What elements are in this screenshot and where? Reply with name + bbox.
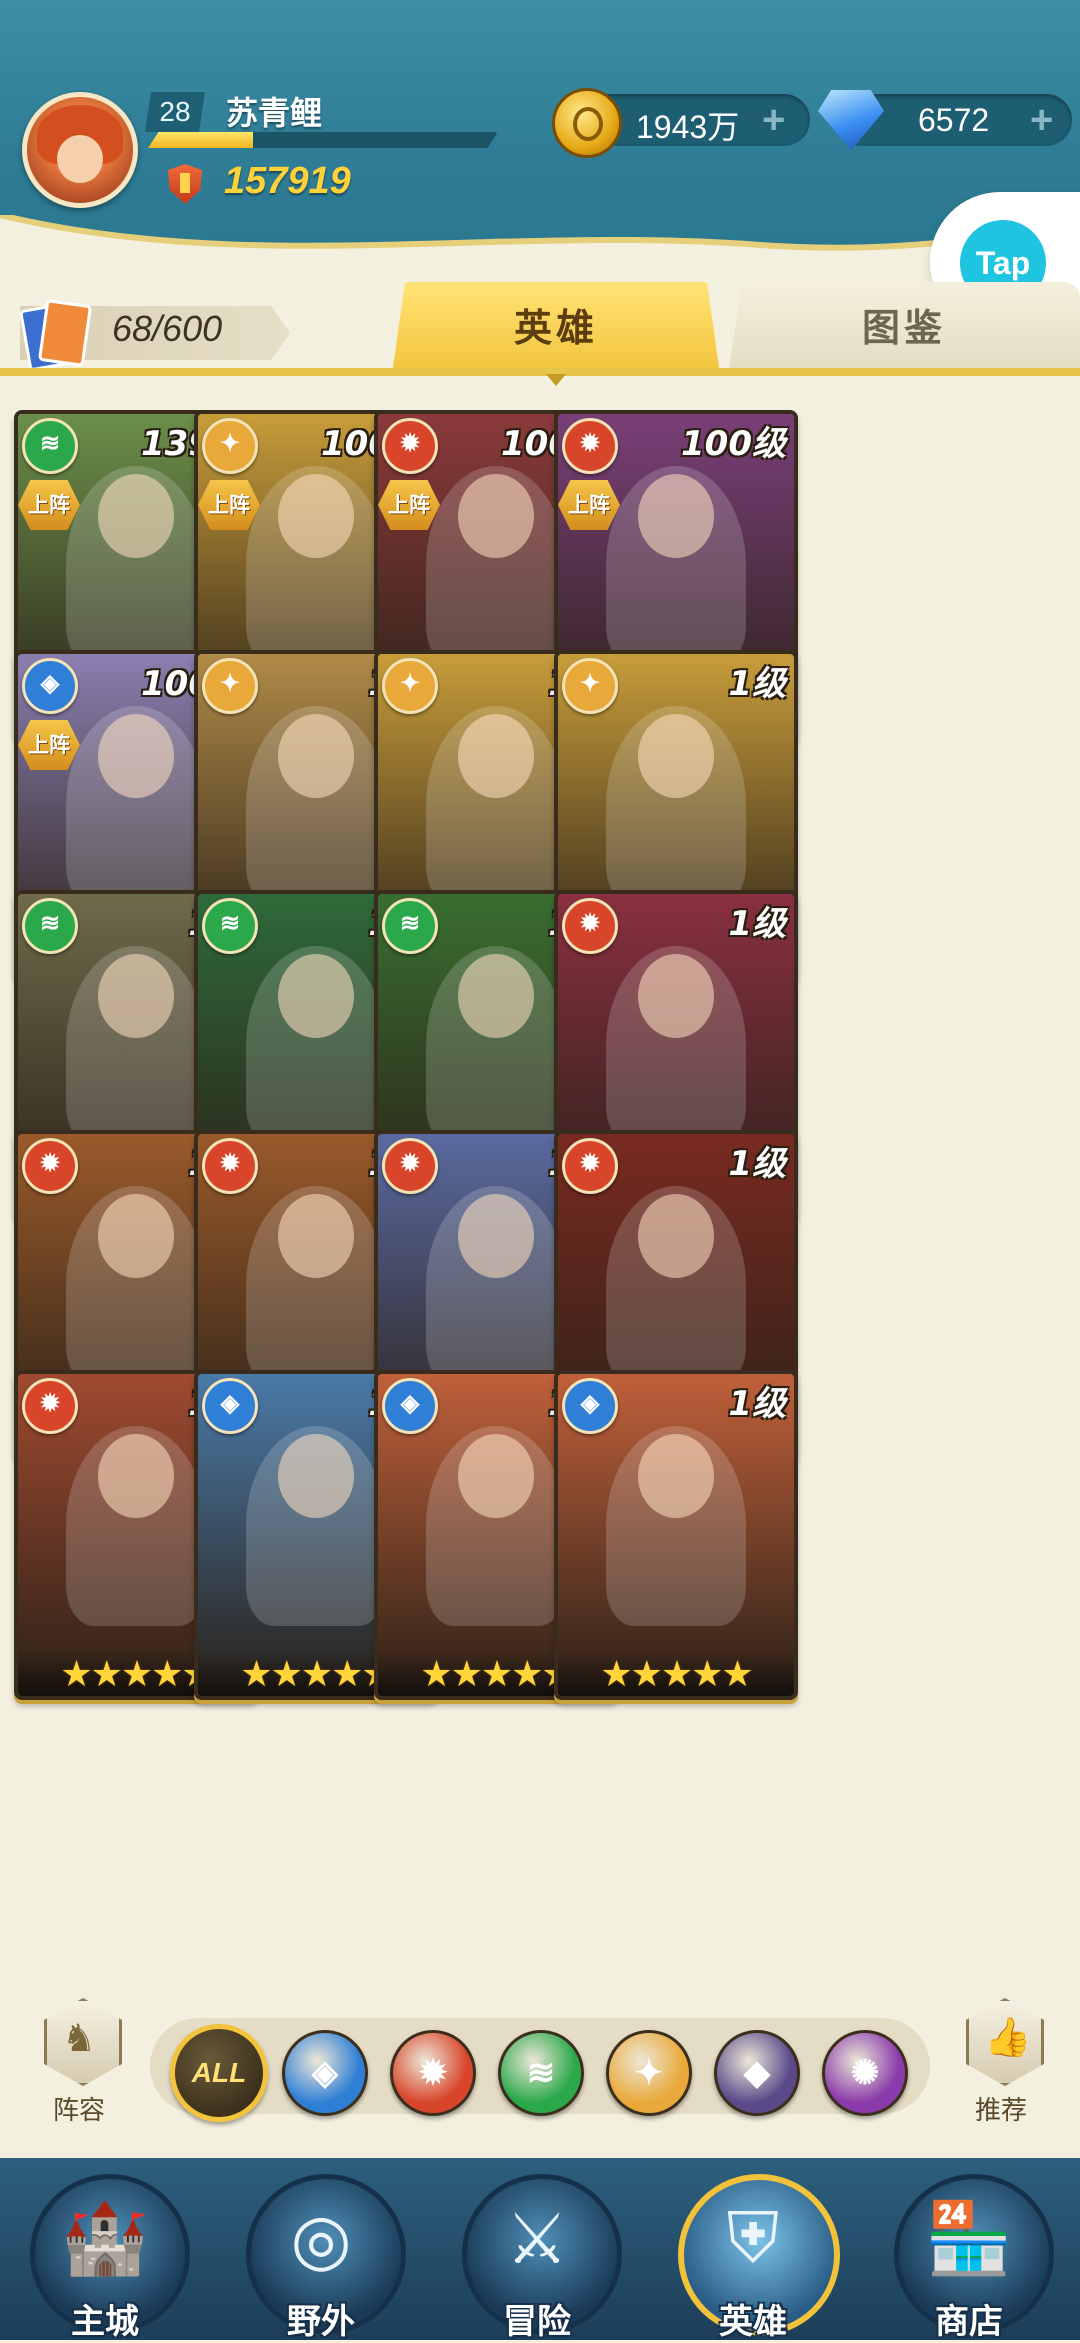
nav-label: 冒险 xyxy=(503,2302,571,2342)
fire-element-icon: ✹ xyxy=(382,418,438,474)
hero-level: 1级 xyxy=(728,1144,786,1184)
hero-card-count: 68/600 xyxy=(112,308,223,349)
player-avatar[interactable] xyxy=(22,92,138,208)
nav-label: 野外 xyxy=(287,2302,355,2342)
deployed-badge: 上阵 xyxy=(18,480,80,530)
player-level: 28 xyxy=(145,92,205,132)
nav-item-4[interactable]: 🏪 商店 xyxy=(884,2170,1054,2342)
fire-element-icon: ✹ xyxy=(202,1138,258,1194)
deployed-badge: 上阵 xyxy=(558,480,620,530)
fire-element-icon: ✹ xyxy=(562,898,618,954)
element-filter-bar: ♞ 阵容 ALL ◈ ✹ ≋ ✦ ◆ ✺ 👍 推荐 xyxy=(0,1978,1080,2158)
tab-atlas[interactable]: 图鉴 xyxy=(728,282,1080,374)
fire-element-icon: ✹ xyxy=(22,1378,78,1434)
light-element-icon: ✦ xyxy=(382,658,438,714)
xp-bar xyxy=(148,132,498,148)
wind-element-icon[interactable]: ≋ xyxy=(498,2030,584,2116)
wind-element-icon: ≋ xyxy=(382,898,438,954)
water-element-icon: ◈ xyxy=(562,1378,618,1434)
diamond-amount: 6572 xyxy=(918,102,990,138)
xp-bar-fill xyxy=(148,132,253,148)
light-element-icon: ✦ xyxy=(202,658,258,714)
gold-coin-icon xyxy=(552,88,622,158)
nav-item-2[interactable]: ⚔ 冒险 xyxy=(452,2170,622,2342)
hero-card[interactable]: ◈ 1级 ★★★★★ xyxy=(554,1370,798,1700)
recommend-button[interactable]: 👍 推荐 xyxy=(946,1998,1056,2128)
fire-element-icon: ✹ xyxy=(562,1138,618,1194)
gold-amount: 1943万 xyxy=(636,109,740,145)
deployed-badge: 上阵 xyxy=(18,720,80,770)
lineup-label: 阵容 xyxy=(52,2096,105,2126)
wind-element-icon: ≋ xyxy=(202,898,258,954)
hero-cards-icon xyxy=(18,299,93,372)
fire-element-icon: ✹ xyxy=(382,1138,438,1194)
fire-element-icon[interactable]: ✹ xyxy=(390,2030,476,2116)
thumbs-up-icon: 👍 xyxy=(984,2017,1032,2059)
water-element-icon[interactable]: ◈ xyxy=(282,2030,368,2116)
nav-item-3[interactable]: ⛨ 英雄 xyxy=(668,2170,840,2342)
light-element-icon: ✦ xyxy=(562,658,618,714)
tab-heroes[interactable]: 英雄 xyxy=(392,282,720,374)
fire-element-icon: ✹ xyxy=(22,1138,78,1194)
nav-item-1[interactable]: ◎ 野外 xyxy=(236,2170,406,2342)
star-rating: ★★★★★ xyxy=(558,1652,794,1696)
lineup-button[interactable]: ♞ 阵容 xyxy=(24,1998,134,2128)
nav-item-0[interactable]: 🏰 主城 xyxy=(20,2170,190,2342)
deployed-badge: 上阵 xyxy=(198,480,260,530)
portal-icon: ◎ xyxy=(290,2200,352,2278)
water-element-icon: ◈ xyxy=(202,1378,258,1434)
recommend-label: 推荐 xyxy=(974,2096,1027,2126)
wind-element-icon: ≋ xyxy=(22,418,78,474)
hero-level: 100级 xyxy=(681,424,786,464)
player-name: 苏青鲤 xyxy=(226,94,323,132)
knight-helmet-icon: ⛨ xyxy=(726,2199,780,2277)
all-icon[interactable]: ALL xyxy=(170,2024,268,2122)
tab-underline xyxy=(0,368,1080,376)
combat-power-value: 157919 xyxy=(224,160,351,202)
nav-label: 英雄 xyxy=(719,2302,787,2342)
active-tab-pointer xyxy=(546,374,566,386)
deployed-badge: 上阵 xyxy=(378,480,440,530)
fire-element-icon: ✹ xyxy=(562,418,618,474)
wind-element-icon: ≋ xyxy=(22,898,78,954)
nav-label: 商店 xyxy=(935,2302,1003,2342)
sword-icon: ⚔ xyxy=(505,2200,569,2278)
shop-icon: 🏪 xyxy=(925,2199,1013,2277)
hero-level: 1级 xyxy=(728,1384,786,1424)
hero-level: 1级 xyxy=(728,904,786,944)
hero-grid[interactable]: ≋139级上阵★★✦100级上阵★★★★★✹100级上阵★★★★★✹100级上阵… xyxy=(0,400,1080,1978)
hero-level: 1级 xyxy=(728,664,786,704)
water-element-icon: ◈ xyxy=(22,658,78,714)
light-element-icon[interactable]: ✦ xyxy=(606,2030,692,2116)
arcane-element-icon[interactable]: ✺ xyxy=(822,2030,908,2116)
nav-label: 主城 xyxy=(71,2302,139,2342)
bottom-navigation: 🏰 主城 ◎ 野外 ⚔ 冒险 ⛨ 英雄 🏪 商店 xyxy=(0,2158,1080,2342)
add-gold-plus-icon[interactable]: + xyxy=(762,100,785,140)
castle-icon: 🏰 xyxy=(61,2199,149,2277)
add-diamond-plus-icon[interactable]: + xyxy=(1030,100,1053,140)
water-element-icon: ◈ xyxy=(382,1378,438,1434)
avatar-face xyxy=(57,135,103,183)
dark-element-icon[interactable]: ◆ xyxy=(714,2030,800,2116)
light-element-icon: ✦ xyxy=(202,418,258,474)
lineup-glyph-icon: ♞ xyxy=(62,2018,97,2060)
